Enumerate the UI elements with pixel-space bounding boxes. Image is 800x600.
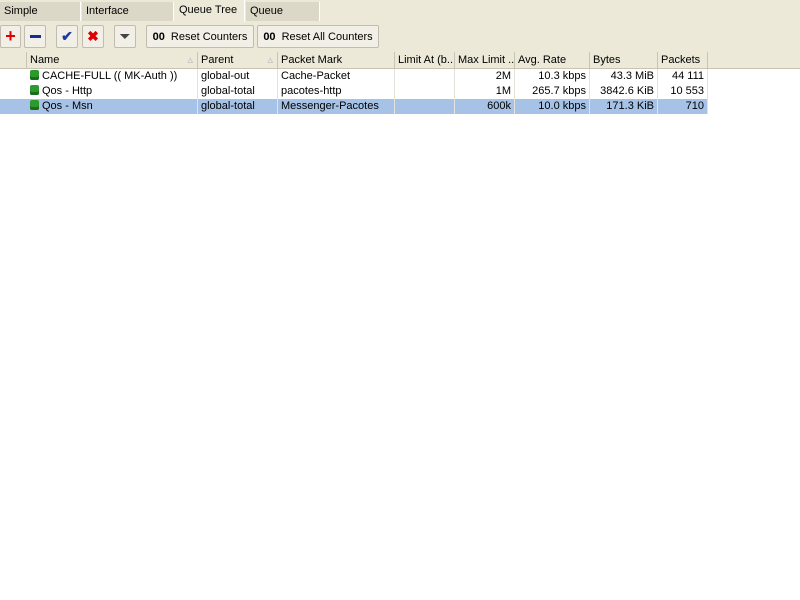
cell-bytes: 3842.6 KiB <box>590 84 658 99</box>
name-value: Qos - Msn <box>42 100 93 112</box>
bytes-value: 171.3 KiB <box>606 100 654 112</box>
reset-counters-label: Reset Counters <box>170 30 248 43</box>
avg-rate-value: 265.7 kbps <box>532 85 586 97</box>
tab-queue-types[interactable]: Queue Types <box>246 2 320 36</box>
cell-mark: pacotes-http <box>278 84 395 99</box>
column-header-filler <box>708 52 800 69</box>
packets-value: 710 <box>685 100 704 112</box>
reset-all-counters-label: Reset All Counters <box>281 30 373 43</box>
reset-counters-button[interactable]: 00 Reset Counters <box>146 25 254 48</box>
column-header-name[interactable]: Name ▵ <box>27 52 198 69</box>
max-limit-value: 600k <box>487 100 511 112</box>
cell-packets: 44 111 <box>658 69 708 84</box>
packets-value: 44 111 <box>671 70 704 82</box>
counter-icon: 00 <box>152 30 165 43</box>
bytes-value: 3842.6 KiB <box>600 85 654 97</box>
tab-bar: Simple Queues Interface Queues Queue Tre… <box>0 0 800 36</box>
cell-packets: 710 <box>658 99 708 114</box>
avg-rate-value: 10.0 kbps <box>538 100 586 112</box>
tab-simple-queues[interactable]: Simple Queues <box>0 2 81 36</box>
cell-max-limit: 2M <box>455 69 515 84</box>
counter-icon: 00 <box>263 30 276 43</box>
column-header-blank <box>0 52 27 69</box>
toolbar: + ✔ ✖ ⏷ 00 Reset Counters 00 Reset All Cou… <box>0 22 800 52</box>
mark-value: Messenger-Pacotes <box>281 100 379 112</box>
cell-parent: global-out <box>198 69 278 84</box>
mark-value: Cache-Packet <box>281 70 351 82</box>
cell-limit-at <box>395 99 455 114</box>
cell-name: Qos - Msn <box>27 99 198 114</box>
cell-parent: global-total <box>198 99 278 114</box>
column-header-limit-at[interactable]: Limit At (b... <box>395 52 455 69</box>
x-icon: ✖ <box>87 28 99 44</box>
minus-icon <box>29 35 41 38</box>
table-row[interactable]: Qos - Msn global-total Messenger-Pacotes 60… <box>0 99 708 114</box>
max-limit-value: 1M <box>495 85 511 97</box>
cell-name: Qos - Http <box>27 84 198 99</box>
avg-rate-value: 10.3 kbps <box>538 70 586 82</box>
cell-packets: 10 553 <box>658 84 708 99</box>
mark-value: pacotes-http <box>281 85 342 97</box>
name-value: Qos - Http <box>42 85 93 97</box>
table-row[interactable]: CACHE-FULL (( MK-Auth )) global-out Cache-… <box>0 69 708 84</box>
max-limit-value: 2M <box>495 70 511 82</box>
queue-icon <box>30 100 39 110</box>
cell-avg-rate: 265.7 kbps <box>515 84 590 99</box>
cell-bytes: 171.3 KiB <box>590 99 658 114</box>
cell-bytes: 43.3 MiB <box>590 69 658 84</box>
column-header-packets[interactable]: Packets <box>658 52 708 69</box>
cell-limit-at <box>395 84 455 99</box>
filter-icon: ⏷ <box>119 28 131 44</box>
add-button[interactable]: + <box>0 25 21 48</box>
cell-mark: Messenger-Pacotes <box>278 99 395 114</box>
cell-mark: Cache-Packet <box>278 69 395 84</box>
cell-max-limit: 1M <box>455 84 515 99</box>
tab-interface-queues[interactable]: Interface Queues <box>82 2 174 36</box>
header-label: Parent <box>201 54 234 66</box>
column-header-packet-mark[interactable]: Packet Mark <box>278 52 395 69</box>
remove-button[interactable] <box>24 25 46 48</box>
sort-arrow-icon: ▵ <box>187 54 193 66</box>
parent-value: global-total <box>201 85 255 97</box>
column-header-avg-rate[interactable]: Avg. Rate <box>515 52 590 69</box>
disable-button[interactable]: ✖ <box>82 25 104 48</box>
filter-button[interactable]: ⏷ <box>114 25 136 48</box>
column-header-bytes[interactable]: Bytes <box>590 52 658 69</box>
plus-icon: + <box>5 26 16 46</box>
header-label: Name <box>30 54 60 66</box>
bytes-value: 43.3 MiB <box>610 70 654 82</box>
check-icon: ✔ <box>61 28 73 44</box>
cell-avg-rate: 10.0 kbps <box>515 99 590 114</box>
enable-button[interactable]: ✔ <box>56 25 78 48</box>
cell-max-limit: 600k <box>455 99 515 114</box>
column-header-max-limit[interactable]: Max Limit ... <box>455 52 515 69</box>
reset-all-counters-button[interactable]: 00 Reset All Counters <box>257 25 379 48</box>
cell-limit-at <box>395 69 455 84</box>
cell-parent: global-total <box>198 84 278 99</box>
sort-arrow-icon: ▵ <box>267 54 273 66</box>
table-row[interactable]: Qos - Http global-total pacotes-http 1M 265.… <box>0 84 708 99</box>
tab-queue-tree[interactable]: Queue Tree <box>175 0 245 22</box>
cell-name: CACHE-FULL (( MK-Auth )) <box>27 69 198 84</box>
name-value: CACHE-FULL (( MK-Auth )) <box>42 70 178 82</box>
queue-icon <box>30 70 39 80</box>
parent-value: global-out <box>201 70 250 82</box>
cell-avg-rate: 10.3 kbps <box>515 69 590 84</box>
parent-value: global-total <box>201 100 255 112</box>
column-header-parent[interactable]: Parent ▵ <box>198 52 278 69</box>
queue-icon <box>30 85 39 95</box>
packets-value: 10 553 <box>670 85 704 97</box>
